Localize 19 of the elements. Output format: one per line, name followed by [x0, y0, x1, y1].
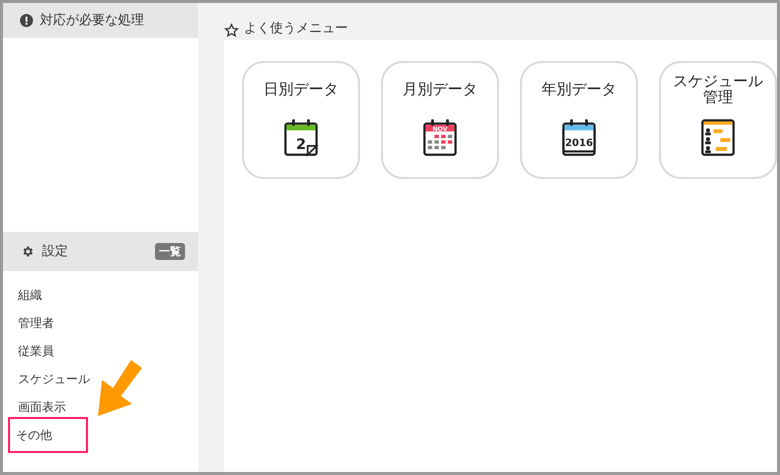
settings-item[interactable]: 管理者 [8, 309, 88, 337]
section-title: 設定 [42, 242, 69, 261]
settings-icon [21, 245, 34, 258]
settings-item[interactable]: スケジュール [8, 365, 88, 393]
settings-item[interactable]: その他 [8, 417, 88, 453]
star-icon [224, 23, 239, 38]
exclamation-icon [20, 14, 33, 27]
menu-card[interactable]: スケジュール管理 [659, 61, 777, 179]
menu-label: 年別データ [540, 79, 618, 100]
list-button[interactable]: 一覧 [155, 243, 185, 260]
section-title: よく使うメニュー [244, 20, 348, 38]
menu-label: 月別データ [402, 79, 478, 100]
menu-card[interactable]: 年別データ 2016 [520, 61, 638, 179]
section-title: 対応が必要な処理 [40, 12, 144, 30]
settings-item[interactable]: 組織 [8, 281, 88, 309]
settings-item[interactable]: 従業員 [8, 337, 88, 365]
menu-label: 日別データ [262, 79, 340, 100]
menu-card[interactable]: 日別データ 2 [242, 61, 360, 179]
menu-label: スケジュール管理 [672, 71, 764, 108]
